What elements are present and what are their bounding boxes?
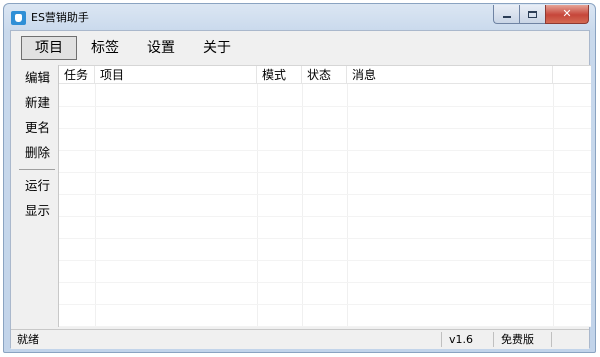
grid-row-line [59,216,591,217]
column-header-mode[interactable]: 模式 [257,66,302,84]
grid-row-line [59,150,591,151]
status-divider [551,332,552,347]
window-title: ES营销助手 [31,11,89,24]
client-area: 项目 标签 设置 关于 编辑 新建 更名 删除 运行 显示 任务 项目 模式 状… [10,30,591,349]
title-bar[interactable]: ES营销助手 ✕ [4,4,595,31]
grid-column-line [347,84,348,328]
menu-bar: 项目 标签 设置 关于 [11,31,589,63]
minimize-button[interactable] [493,5,519,24]
tab-project[interactable]: 项目 [21,36,77,60]
status-text: 就绪 [17,333,39,346]
grid-column-line [95,84,96,328]
maximize-button[interactable] [519,5,545,24]
grid-column-line [302,84,303,328]
list-header: 任务 项目 模式 状态 消息 [59,66,591,84]
close-icon: ✕ [562,7,572,20]
app-window: ES营销助手 ✕ 项目 标签 设置 关于 编辑 新建 更名 删除 运行 显示 任… [3,3,596,353]
column-header-project[interactable]: 项目 [95,66,257,84]
delete-button[interactable]: 删除 [17,143,55,163]
version-label: v1.6 [449,333,474,346]
grid-row-line [59,238,591,239]
new-button[interactable]: 新建 [17,93,55,113]
tab-tags[interactable]: 标签 [77,36,133,60]
rename-button[interactable]: 更名 [17,118,55,138]
edition-label: 免费版 [501,333,534,346]
grid-row-line [59,282,591,283]
maximize-icon [528,10,537,18]
show-button[interactable]: 显示 [17,201,55,221]
status-divider [493,332,494,347]
grid-row-line [59,128,591,129]
action-sidebar: 编辑 新建 更名 删除 运行 显示 [13,65,59,327]
tab-settings[interactable]: 设置 [133,36,189,60]
sidebar-divider [19,169,55,170]
column-header-message[interactable]: 消息 [347,66,553,84]
es-app-icon [11,11,26,25]
window-controls: ✕ [493,5,589,24]
grid-row-line [59,304,591,305]
edit-button[interactable]: 编辑 [17,68,55,88]
tab-about[interactable]: 关于 [189,36,245,60]
column-header-task[interactable]: 任务 [59,66,95,84]
task-list[interactable]: 任务 项目 模式 状态 消息 [59,65,591,328]
grid-column-line [257,84,258,328]
grid-row-line [59,172,591,173]
status-divider [441,332,442,347]
close-button[interactable]: ✕ [545,5,589,24]
status-bar: 就绪 v1.6 免费版 [11,329,589,349]
grid-row-line [59,326,591,327]
run-button[interactable]: 运行 [17,176,55,196]
grid-row-line [59,106,591,107]
grid-column-line [553,84,554,328]
grid-row-line [59,194,591,195]
minimize-icon [502,16,511,18]
grid-row-line [59,260,591,261]
column-header-status[interactable]: 状态 [302,66,347,84]
